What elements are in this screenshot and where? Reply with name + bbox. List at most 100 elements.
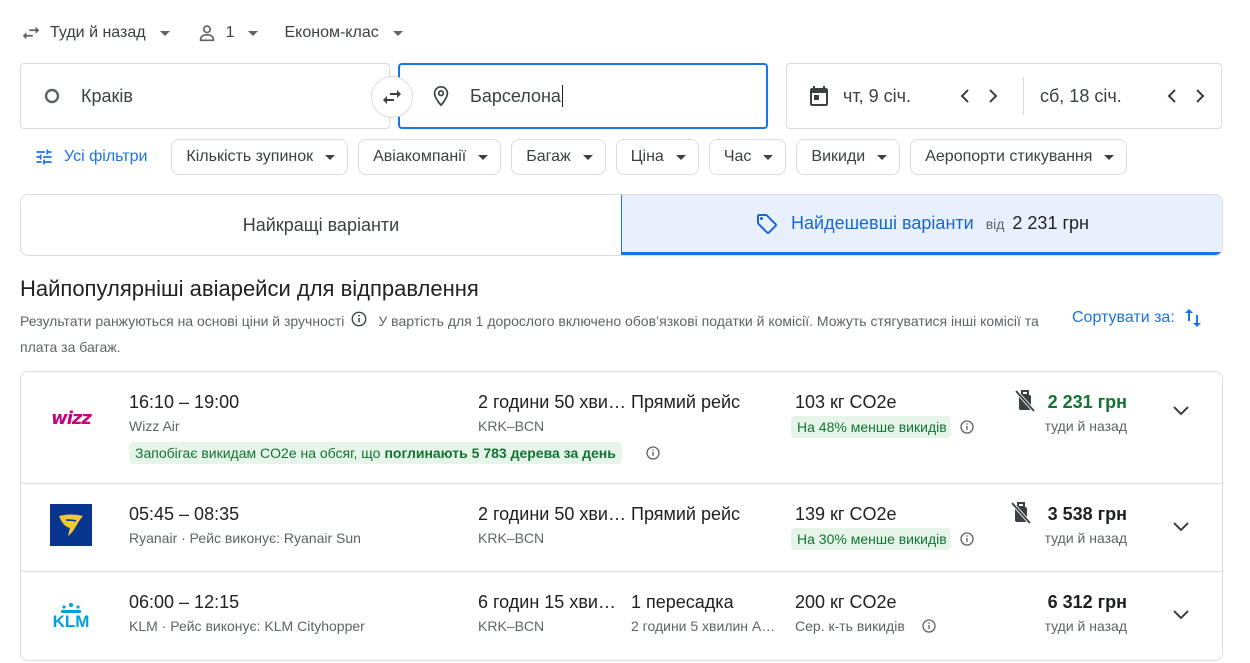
chevron-down-icon bbox=[877, 154, 888, 160]
swap-horizontal-icon bbox=[380, 85, 404, 109]
filter-chip-emissions[interactable]: Викиди bbox=[796, 139, 901, 175]
cheapest-price: 2 231 грн bbox=[1012, 213, 1089, 233]
chip-label: Час bbox=[723, 148, 752, 165]
filter-chip-price[interactable]: Ціна bbox=[615, 139, 699, 175]
airline-name: KLM · Рейс виконує: KLM Cityhopper bbox=[129, 618, 365, 634]
chevron-down-icon[interactable] bbox=[1172, 608, 1190, 626]
chevron-down-icon bbox=[159, 30, 170, 36]
tab-best[interactable]: Найкращі варіанти bbox=[21, 195, 621, 255]
flight-route: KRK–BCN bbox=[478, 618, 545, 634]
trip-type-note: туди й назад bbox=[1044, 618, 1127, 634]
flight-duration: 2 години 50 хвилин bbox=[478, 504, 626, 524]
from-label: від bbox=[985, 215, 1005, 232]
swap-locations-button[interactable] bbox=[371, 76, 413, 118]
filter-chip-times[interactable]: Час bbox=[708, 139, 787, 175]
flight-price: 2 231 грн bbox=[1047, 392, 1127, 412]
info-icon[interactable] bbox=[645, 445, 661, 466]
co2-note-bold: поглинають 5 783 дерева за день bbox=[384, 445, 616, 461]
chevron-down-icon[interactable] bbox=[1172, 404, 1190, 422]
filter-chip-stops[interactable]: Кількість зупинок bbox=[171, 139, 349, 175]
chevron-right-icon[interactable] bbox=[979, 82, 1007, 110]
flight-results-list: wizz 16:10 – 19:00 Wizz Air 2 години 50 … bbox=[20, 371, 1223, 661]
departure-date[interactable]: чт, 9 січ. bbox=[787, 64, 1023, 128]
chip-label: Викиди bbox=[811, 148, 866, 165]
klm-logo: KLM bbox=[49, 594, 93, 638]
info-icon[interactable] bbox=[959, 531, 975, 552]
destination-value: Барселона bbox=[470, 85, 561, 106]
flight-stops: 1 пересадка bbox=[631, 592, 734, 612]
flight-times: 05:45 – 08:35 bbox=[129, 504, 240, 524]
chip-label: Ціна bbox=[630, 148, 664, 165]
all-filters-button[interactable]: Усі фільтри bbox=[20, 139, 161, 175]
chevron-down-icon bbox=[763, 154, 774, 160]
sort-arrows-icon bbox=[1181, 306, 1205, 330]
flight-emissions: 103 кг CO2e bbox=[795, 392, 897, 412]
chip-label: Багаж bbox=[526, 148, 571, 165]
wizz-air-logo: wizz bbox=[51, 407, 92, 429]
chevron-down-icon bbox=[582, 154, 593, 160]
flight-row[interactable]: 05:45 – 08:35 Ryanair · Рейс виконує: Ry… bbox=[21, 484, 1222, 572]
tab-cheapest-label: Найдешевші варіанти bbox=[791, 213, 974, 233]
flight-emissions: 200 кг CO2e bbox=[795, 592, 897, 612]
flight-duration: 2 години 50 хвилин bbox=[478, 392, 626, 412]
flight-row[interactable]: KLM 06:00 – 12:15 KLM · Рейс виконує: KL… bbox=[21, 572, 1222, 660]
chevron-down-icon bbox=[248, 30, 259, 36]
no-carry-on-bag-icon bbox=[1013, 388, 1037, 419]
chevron-down-icon bbox=[1104, 154, 1115, 160]
info-icon[interactable] bbox=[350, 310, 368, 335]
flight-route: KRK–BCN bbox=[478, 530, 545, 546]
chevron-left-icon[interactable] bbox=[1158, 82, 1186, 110]
chip-label: Кількість зупинок bbox=[186, 148, 314, 165]
ryanair-logo bbox=[50, 504, 92, 546]
origin-field[interactable]: Краків bbox=[20, 63, 390, 129]
chevron-down-icon bbox=[675, 154, 686, 160]
chip-label: Аеропорти стикування bbox=[925, 148, 1093, 165]
section-title: Найпопулярніші авіарейси для відправленн… bbox=[20, 276, 479, 301]
chevron-left-icon[interactable] bbox=[951, 82, 979, 110]
origin-value: Краків bbox=[81, 85, 133, 106]
flight-emissions: 139 кг CO2e bbox=[795, 504, 897, 524]
chevron-right-icon[interactable] bbox=[1186, 82, 1214, 110]
flight-price: 3 538 грн bbox=[1047, 504, 1127, 524]
return-date[interactable]: сб, 18 січ. bbox=[1024, 64, 1214, 128]
flight-times: 16:10 – 19:00 bbox=[129, 392, 240, 412]
return-date-value: сб, 18 січ. bbox=[1040, 85, 1122, 106]
info-icon[interactable] bbox=[959, 419, 975, 440]
destination-field[interactable]: Барселона bbox=[398, 63, 768, 129]
passengers-count: 1 bbox=[225, 24, 235, 41]
chevron-down-icon[interactable] bbox=[1172, 520, 1190, 538]
dates-field[interactable]: чт, 9 січ. сб, 18 січ. bbox=[786, 63, 1222, 129]
price-tag-icon bbox=[755, 212, 779, 236]
airline-name: Ryanair · Рейс виконує: Ryanair Sun bbox=[129, 530, 361, 546]
filter-chip-connecting-airports[interactable]: Аеропорти стикування bbox=[910, 139, 1128, 175]
chevron-down-icon bbox=[325, 154, 336, 160]
cabin-class-select[interactable]: Економ-клас bbox=[284, 24, 403, 42]
passengers-select[interactable]: 1 bbox=[196, 22, 259, 44]
flight-price: 6 312 грн bbox=[1047, 592, 1127, 612]
circle-origin-icon bbox=[43, 87, 61, 105]
departure-date-value: чт, 9 січ. bbox=[843, 85, 912, 106]
flight-duration: 6 годин 15 хвилин bbox=[478, 592, 626, 612]
chip-label: Авіакомпанії bbox=[373, 148, 467, 165]
flight-stops: Прямий рейс bbox=[631, 392, 741, 412]
ranking-info-text: Результати ранжуються на основі ціни й з… bbox=[20, 313, 345, 329]
trip-type-select[interactable]: Туди й назад bbox=[20, 22, 170, 44]
info-icon[interactable] bbox=[921, 618, 937, 639]
filters-bar: Усі фільтри Кількість зупинок Авіакомпан… bbox=[20, 138, 1128, 176]
ranking-info: Результати ранжуються на основі ціни й з… bbox=[20, 309, 1050, 359]
sort-by-button[interactable]: Сортувати за: bbox=[1072, 306, 1205, 330]
trip-type-label: Туди й назад bbox=[50, 24, 146, 41]
calendar-icon bbox=[807, 84, 831, 108]
chevron-down-icon bbox=[392, 30, 403, 36]
chevron-down-icon bbox=[478, 154, 489, 160]
emissions-badge: На 48% менше викидів bbox=[791, 416, 951, 438]
airline-name: Wizz Air bbox=[129, 418, 180, 434]
tune-icon bbox=[34, 147, 54, 167]
trip-type-note: туди й назад bbox=[1044, 530, 1127, 546]
filter-chip-bags[interactable]: Багаж bbox=[511, 139, 606, 175]
swap-arrows-icon bbox=[20, 22, 42, 44]
sort-by-label: Сортувати за: bbox=[1072, 309, 1175, 326]
flight-row[interactable]: wizz 16:10 – 19:00 Wizz Air 2 години 50 … bbox=[21, 372, 1222, 484]
tab-cheapest[interactable]: Найдешевші варіанти від 2 231 грн bbox=[621, 195, 1222, 255]
filter-chip-airlines[interactable]: Авіакомпанії bbox=[358, 139, 502, 175]
